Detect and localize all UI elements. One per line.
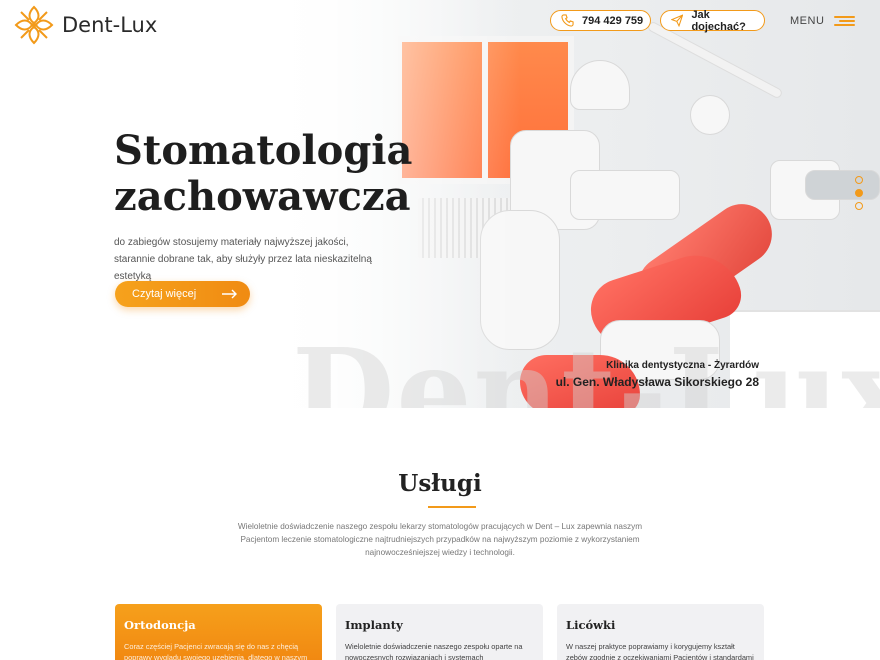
service-card-title: Licówki	[566, 618, 616, 632]
services-title-underline	[428, 506, 476, 508]
service-card-implanty[interactable]: Implanty Wieloletnie doświadczenie nasze…	[336, 604, 543, 660]
logo-text: Dent-Lux	[62, 13, 158, 37]
logo-mark-icon	[14, 5, 54, 45]
clinic-name: Klinika dentystyczna - Żyrardów	[606, 360, 759, 371]
phone-number: 794 429 759	[582, 14, 644, 27]
service-card-text: W naszej praktyce poprawiamy i korygujem…	[566, 642, 754, 660]
menu-button[interactable]: MENU	[790, 14, 856, 28]
hamburger-icon	[834, 14, 856, 28]
service-card-title: Ortodoncja	[124, 618, 196, 632]
slider-dot-3[interactable]	[855, 202, 863, 210]
service-card-ortodoncja[interactable]: Ortodoncja Coraz częściej Pacjenci zwrac…	[115, 604, 322, 660]
read-more-label: Czytaj więcej	[132, 288, 197, 300]
read-more-button[interactable]: Czytaj więcej	[115, 281, 250, 307]
hero-description: do zabiegów stosujemy materiały najwyższ…	[114, 237, 372, 282]
slider-dot-2[interactable]	[855, 189, 863, 197]
menu-label: MENU	[790, 15, 825, 27]
paper-plane-icon	[671, 14, 684, 27]
logo[interactable]: Dent-Lux	[12, 3, 157, 47]
phone-button[interactable]: 794 429 759	[550, 10, 651, 31]
hero-section: Dent-Lux Stomatologia zachowawcza do zab…	[0, 0, 880, 408]
hero-title: Stomatologia zachowawcza	[114, 127, 413, 220]
phone-icon	[561, 14, 574, 27]
clinic-address: ul. Gen. Władysława Sikorskiego 28	[555, 375, 759, 389]
arrow-right-icon	[222, 289, 237, 299]
service-card-title: Implanty	[345, 618, 403, 632]
service-card-licowki[interactable]: Licówki W naszej praktyce poprawiamy i k…	[557, 604, 764, 660]
service-card-text: Coraz częściej Pacjenci zwracają się do …	[124, 642, 308, 660]
service-card-text: Wieloletnie doświadczenie naszego zespoł…	[345, 642, 523, 660]
directions-button[interactable]: Jak dojechać?	[660, 8, 765, 33]
clinic-info: Klinika dentystyczna - Żyrardów ul. Gen.…	[556, 360, 759, 389]
slider-dot-1[interactable]	[855, 176, 863, 184]
slider-dots	[855, 176, 863, 215]
services-description: Wieloletnie doświadczenie naszego zespoł…	[237, 522, 643, 557]
services-title: Usługi	[398, 470, 482, 497]
directions-label: Jak dojechać?	[691, 8, 746, 33]
